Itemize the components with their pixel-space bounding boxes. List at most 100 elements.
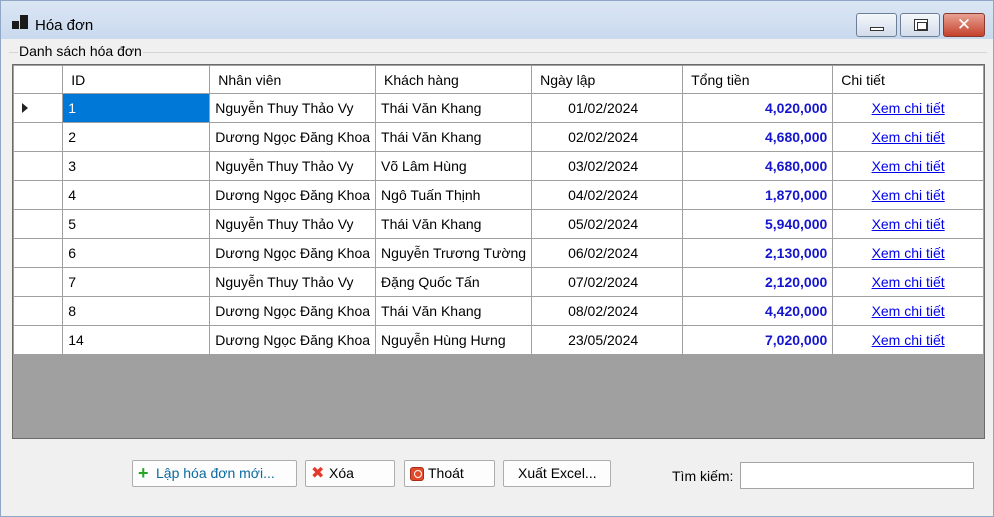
close-button[interactable]: ✕ bbox=[943, 13, 985, 37]
row-header[interactable] bbox=[13, 325, 64, 355]
view-detail-link[interactable]: Xem chi tiết bbox=[872, 129, 945, 145]
cell-detail[interactable]: Xem chi tiết bbox=[832, 325, 984, 355]
cell-date[interactable]: 02/02/2024 bbox=[531, 122, 684, 152]
cell-id[interactable]: 1 bbox=[62, 93, 211, 123]
cell-total[interactable]: 7,020,000 bbox=[682, 325, 834, 355]
table-row[interactable]: 8 Dương Ngọc Đăng Khoa Thái Văn Khang 08… bbox=[13, 296, 984, 326]
cell-customer[interactable]: Thái Văn Khang bbox=[375, 122, 533, 152]
cell-id[interactable]: 4 bbox=[62, 180, 211, 210]
exit-label: Thoát bbox=[428, 465, 464, 481]
cell-date[interactable]: 07/02/2024 bbox=[531, 267, 684, 297]
row-header[interactable] bbox=[13, 296, 64, 326]
add-invoice-button[interactable]: + Lập hóa đơn mới... bbox=[132, 460, 297, 487]
cell-total[interactable]: 5,940,000 bbox=[682, 209, 834, 239]
cell-detail[interactable]: Xem chi tiết bbox=[832, 122, 984, 152]
cell-id[interactable]: 6 bbox=[62, 238, 211, 268]
cell-id[interactable]: 8 bbox=[62, 296, 211, 326]
row-header-corner[interactable] bbox=[13, 65, 64, 94]
row-header[interactable] bbox=[13, 151, 64, 181]
export-excel-button[interactable]: Xuất Excel... bbox=[503, 460, 611, 487]
cell-total[interactable]: 4,020,000 bbox=[682, 93, 834, 123]
minimize-button[interactable] bbox=[856, 13, 897, 37]
cell-detail[interactable]: Xem chi tiết bbox=[832, 209, 984, 239]
cell-total[interactable]: 4,420,000 bbox=[682, 296, 834, 326]
cell-date[interactable]: 08/02/2024 bbox=[531, 296, 684, 326]
cell-detail[interactable]: Xem chi tiết bbox=[832, 93, 984, 123]
cell-staff[interactable]: Dương Ngọc Đăng Khoa bbox=[209, 122, 377, 152]
col-header-total[interactable]: Tổng tiền bbox=[682, 65, 834, 94]
cell-detail[interactable]: Xem chi tiết bbox=[832, 296, 984, 326]
current-row-arrow-icon bbox=[22, 103, 28, 113]
cell-staff[interactable]: Dương Ngọc Đăng Khoa bbox=[209, 325, 377, 355]
view-detail-link[interactable]: Xem chi tiết bbox=[872, 187, 945, 203]
cell-total[interactable]: 4,680,000 bbox=[682, 151, 834, 181]
table-row[interactable]: 5 Nguyễn Thuy Thảo Vy Thái Văn Khang 05/… bbox=[13, 209, 984, 239]
cell-customer[interactable]: Nguyễn Hùng Hưng bbox=[375, 325, 533, 355]
cell-total[interactable]: 1,870,000 bbox=[682, 180, 834, 210]
row-header[interactable] bbox=[13, 180, 64, 210]
cell-date[interactable]: 03/02/2024 bbox=[531, 151, 684, 181]
cell-customer[interactable]: Ngô Tuấn Thịnh bbox=[375, 180, 533, 210]
cell-staff[interactable]: Nguyễn Thuy Thảo Vy bbox=[209, 93, 377, 123]
cell-total[interactable]: 2,120,000 bbox=[682, 267, 834, 297]
view-detail-link[interactable]: Xem chi tiết bbox=[872, 100, 945, 116]
cell-staff[interactable]: Dương Ngọc Đăng Khoa bbox=[209, 238, 377, 268]
col-header-staff[interactable]: Nhân viên bbox=[209, 65, 377, 94]
cell-date[interactable]: 23/05/2024 bbox=[531, 325, 684, 355]
table-row[interactable]: 1 Nguyễn Thuy Thảo Vy Thái Văn Khang 01/… bbox=[13, 93, 984, 123]
maximize-button[interactable] bbox=[900, 13, 940, 37]
cell-customer[interactable]: Thái Văn Khang bbox=[375, 93, 533, 123]
table-row[interactable]: 3 Nguyễn Thuy Thảo Vy Võ Lâm Hùng 03/02/… bbox=[13, 151, 984, 181]
exit-button[interactable]: Thoát bbox=[404, 460, 495, 487]
cell-date[interactable]: 05/02/2024 bbox=[531, 209, 684, 239]
cell-staff[interactable]: Nguyễn Thuy Thảo Vy bbox=[209, 151, 377, 181]
view-detail-link[interactable]: Xem chi tiết bbox=[872, 303, 945, 319]
cell-detail[interactable]: Xem chi tiết bbox=[832, 180, 984, 210]
cell-detail[interactable]: Xem chi tiết bbox=[832, 267, 984, 297]
cell-staff[interactable]: Dương Ngọc Đăng Khoa bbox=[209, 180, 377, 210]
table-row[interactable]: 7 Nguyễn Thuy Thảo Vy Đặng Quốc Tấn 07/0… bbox=[13, 267, 984, 297]
cell-id[interactable]: 5 bbox=[62, 209, 211, 239]
view-detail-link[interactable]: Xem chi tiết bbox=[872, 216, 945, 232]
invoice-window: Hóa đơn ✕ Danh sách hóa đơn ID Nhân viên… bbox=[0, 0, 994, 517]
view-detail-link[interactable]: Xem chi tiết bbox=[872, 158, 945, 174]
col-header-detail[interactable]: Chi tiết bbox=[832, 65, 984, 94]
cell-id[interactable]: 2 bbox=[62, 122, 211, 152]
cell-total[interactable]: 4,680,000 bbox=[682, 122, 834, 152]
cell-customer[interactable]: Nguyễn Trương Tường bbox=[375, 238, 533, 268]
row-header[interactable] bbox=[13, 93, 64, 123]
cell-customer[interactable]: Võ Lâm Hùng bbox=[375, 151, 533, 181]
cell-date[interactable]: 01/02/2024 bbox=[531, 93, 684, 123]
col-header-customer[interactable]: Khách hàng bbox=[375, 65, 533, 94]
search-input[interactable] bbox=[740, 462, 974, 489]
col-header-id[interactable]: ID bbox=[62, 65, 211, 94]
cell-staff[interactable]: Dương Ngọc Đăng Khoa bbox=[209, 296, 377, 326]
table-row[interactable]: 4 Dương Ngọc Đăng Khoa Ngô Tuấn Thịnh 04… bbox=[13, 180, 984, 210]
cell-date[interactable]: 04/02/2024 bbox=[531, 180, 684, 210]
view-detail-link[interactable]: Xem chi tiết bbox=[872, 274, 945, 290]
cell-staff[interactable]: Nguyễn Thuy Thảo Vy bbox=[209, 267, 377, 297]
row-header[interactable] bbox=[13, 122, 64, 152]
table-row[interactable]: 6 Dương Ngọc Đăng Khoa Nguyễn Trương Tườ… bbox=[13, 238, 984, 268]
table-row[interactable]: 14 Dương Ngọc Đăng Khoa Nguyễn Hùng Hưng… bbox=[13, 325, 984, 355]
row-header[interactable] bbox=[13, 209, 64, 239]
col-header-date[interactable]: Ngày lập bbox=[531, 65, 684, 94]
cell-customer[interactable]: Đặng Quốc Tấn bbox=[375, 267, 533, 297]
cell-id[interactable]: 3 bbox=[62, 151, 211, 181]
table-row[interactable]: 2 Dương Ngọc Đăng Khoa Thái Văn Khang 02… bbox=[13, 122, 984, 152]
delete-button[interactable]: ✖ Xóa bbox=[305, 460, 395, 487]
cell-customer[interactable]: Thái Văn Khang bbox=[375, 209, 533, 239]
view-detail-link[interactable]: Xem chi tiết bbox=[872, 332, 945, 348]
cell-detail[interactable]: Xem chi tiết bbox=[832, 151, 984, 181]
row-header[interactable] bbox=[13, 267, 64, 297]
cell-staff[interactable]: Nguyễn Thuy Thảo Vy bbox=[209, 209, 377, 239]
cell-customer[interactable]: Thái Văn Khang bbox=[375, 296, 533, 326]
cell-detail[interactable]: Xem chi tiết bbox=[832, 238, 984, 268]
invoice-grid[interactable]: ID Nhân viên Khách hàng Ngày lập Tổng ti… bbox=[12, 64, 985, 439]
view-detail-link[interactable]: Xem chi tiết bbox=[872, 245, 945, 261]
cell-total[interactable]: 2,130,000 bbox=[682, 238, 834, 268]
cell-date[interactable]: 06/02/2024 bbox=[531, 238, 684, 268]
row-header[interactable] bbox=[13, 238, 64, 268]
cell-id[interactable]: 14 bbox=[62, 325, 211, 355]
cell-id[interactable]: 7 bbox=[62, 267, 211, 297]
